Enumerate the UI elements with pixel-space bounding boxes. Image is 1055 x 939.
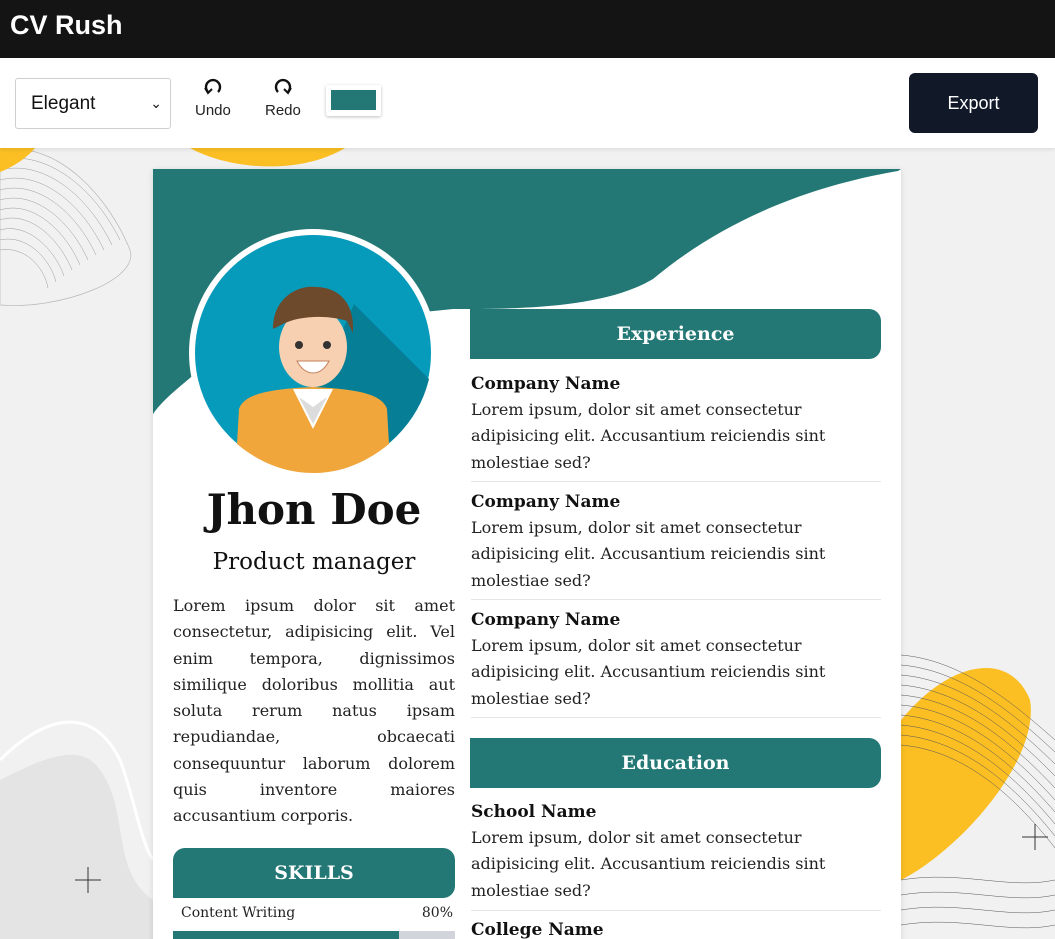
app-title: CV Rush — [10, 10, 123, 40]
redo-icon — [274, 78, 292, 95]
template-select-value: Elegant — [31, 93, 96, 114]
skill-percent: 80% — [421, 905, 453, 921]
education-heading: Education — [470, 738, 881, 788]
undo-icon — [204, 78, 222, 95]
skill-row: Content Writing 80% — [181, 905, 453, 921]
college-name: College Name — [471, 920, 604, 939]
redo-label: Redo — [265, 102, 301, 119]
toolbar: Elegant ⌄ Undo Redo Export — [0, 58, 1055, 148]
school-description: Lorem ipsum, dolor sit amet consectetur … — [471, 828, 826, 900]
company-name: Company Name — [471, 610, 621, 630]
cv-bio: Lorem ipsum dolor sit amet consectetur, … — [173, 596, 455, 826]
company-description: Lorem ipsum, dolor sit amet consectetur … — [471, 400, 826, 472]
app-header: CV Rush — [0, 0, 1055, 58]
company-name: Company Name — [471, 374, 621, 394]
education-entry: College Name — [471, 917, 881, 939]
company-name: Company Name — [471, 492, 621, 512]
redo-button[interactable]: Redo — [265, 76, 301, 119]
cv-name: Jhon Doe — [206, 485, 422, 534]
avatar — [189, 229, 437, 477]
school-name: School Name — [471, 802, 597, 822]
experience-entry: Company Name Lorem ipsum, dolor sit amet… — [471, 607, 881, 718]
company-description: Lorem ipsum, dolor sit amet consectetur … — [471, 518, 826, 590]
cv-page: Jhon Doe Product manager Lorem ipsum dol… — [153, 169, 901, 939]
undo-label: Undo — [195, 102, 231, 119]
export-button[interactable]: Export — [909, 73, 1038, 133]
experience-entry: Company Name Lorem ipsum, dolor sit amet… — [471, 489, 881, 600]
skill-progress-fill — [173, 931, 399, 939]
experience-heading: Experience — [470, 309, 881, 359]
skill-name: Content Writing — [181, 905, 296, 921]
company-description: Lorem ipsum, dolor sit amet consectetur … — [471, 636, 826, 708]
template-select[interactable]: Elegant ⌄ — [15, 78, 171, 129]
education-entry: School Name Lorem ipsum, dolor sit amet … — [471, 799, 881, 911]
chevron-down-icon: ⌄ — [150, 95, 162, 111]
experience-entry: Company Name Lorem ipsum, dolor sit amet… — [471, 371, 881, 482]
cv-role: Product manager — [212, 549, 416, 575]
color-swatch — [331, 90, 376, 110]
accent-color-picker[interactable] — [326, 85, 381, 116]
skill-progress-bar — [173, 931, 455, 939]
undo-button[interactable]: Undo — [195, 76, 231, 119]
skills-heading: SKILLS — [173, 848, 455, 898]
